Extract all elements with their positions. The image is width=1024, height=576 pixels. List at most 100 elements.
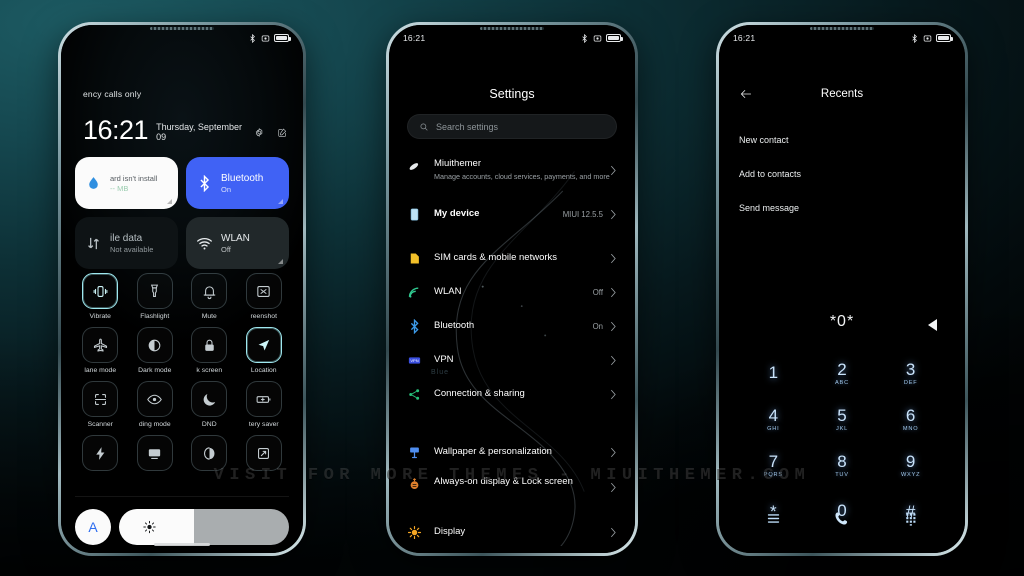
call-button[interactable] bbox=[808, 510, 877, 527]
qs-tile-location[interactable]: Location bbox=[239, 327, 290, 374]
home-indicator[interactable] bbox=[154, 543, 210, 546]
keypad-button[interactable] bbox=[876, 510, 945, 527]
brightness-slider[interactable] bbox=[119, 509, 289, 545]
speaker-grille bbox=[150, 27, 214, 30]
qs-tile-dnd[interactable]: DND bbox=[184, 381, 235, 428]
qs-tile-scanner[interactable]: Scanner bbox=[75, 381, 126, 428]
qs-tile-screenshot[interactable]: reenshot bbox=[239, 273, 290, 320]
key-letters: DEF bbox=[903, 379, 918, 386]
vibrate-icon bbox=[93, 285, 108, 297]
big-tile-bluetooth[interactable]: Bluetooth On bbox=[186, 157, 289, 209]
qs-tile-vibrate[interactable]: Vibrate bbox=[75, 273, 126, 320]
qs-tile-airplane[interactable]: lane mode bbox=[75, 327, 126, 374]
big-tile-mobile-data[interactable]: ile data Not available bbox=[75, 217, 178, 269]
edit-icon[interactable] bbox=[277, 127, 287, 138]
auto-brightness-button[interactable]: A bbox=[75, 509, 111, 545]
big-tile-wlan[interactable]: WLAN Off bbox=[186, 217, 289, 269]
qs-label: Flashlight bbox=[140, 313, 170, 320]
settings-row-vpn[interactable]: VPN VPN Blue bbox=[389, 343, 635, 377]
row-label: Display bbox=[434, 525, 466, 537]
key-1[interactable]: 1 bbox=[739, 355, 808, 391]
big-tile-sdcard[interactable]: ard isn't install -- MB bbox=[75, 157, 178, 209]
tile-sub: Off bbox=[221, 244, 231, 254]
row-value: MIUI 12.5.5 bbox=[562, 209, 603, 219]
vpn-icon: VPN bbox=[408, 356, 421, 364]
qs-tile-cast[interactable] bbox=[130, 435, 181, 475]
key-6[interactable]: 6 MNO bbox=[876, 401, 945, 437]
speaker-grille bbox=[810, 27, 874, 30]
settings-row-account[interactable]: Miuithemer Manage accounts, cloud servic… bbox=[389, 151, 635, 197]
qs-tile-battery-saver[interactable]: tery saver bbox=[239, 381, 290, 428]
row-label: Bluetooth bbox=[434, 319, 475, 331]
key-3[interactable]: 3 DEF bbox=[876, 355, 945, 391]
resize-icon bbox=[258, 447, 270, 459]
carrier-label: ency calls only bbox=[83, 89, 142, 99]
account-icon bbox=[409, 163, 419, 170]
clock-row: 16:21 Thursday, September 09 bbox=[83, 117, 287, 144]
qs-label: Dark mode bbox=[138, 367, 172, 374]
menu-item-send-message[interactable]: Send message bbox=[719, 191, 965, 225]
row-label: Always-on display & Lock screen bbox=[434, 476, 573, 487]
lock-screen-icon bbox=[410, 478, 419, 489]
settings-row-display[interactable]: Display bbox=[389, 515, 635, 549]
row-desc: Manage accounts, cloud services, payment… bbox=[434, 171, 610, 181]
key-5[interactable]: 5 JKL bbox=[808, 401, 877, 437]
gear-icon[interactable] bbox=[254, 127, 264, 138]
key-8[interactable]: 8 TUV bbox=[808, 447, 877, 483]
sim-icon bbox=[410, 253, 419, 263]
bluetooth-icon bbox=[912, 33, 917, 43]
settings-row-wallpaper[interactable]: Wallpaper & personalization bbox=[389, 435, 635, 469]
big-tiles-row-1: ard isn't install -- MB Bluetooth On bbox=[75, 157, 289, 209]
tile-title: Bluetooth bbox=[221, 172, 264, 184]
qs-tile-resize[interactable] bbox=[239, 435, 290, 475]
chevron-right-icon bbox=[610, 253, 616, 263]
qs-tile-dark-mode[interactable]: Dark mode bbox=[130, 327, 181, 374]
qs-tile-flashlight[interactable]: Flashlight bbox=[130, 273, 181, 320]
scanner-icon bbox=[94, 393, 106, 405]
row-label: WLAN bbox=[434, 285, 462, 297]
tile-sub: -- MB bbox=[110, 183, 129, 193]
chevron-right-icon bbox=[610, 165, 616, 176]
dialed-number: *0* bbox=[829, 313, 855, 330]
date-label: Thursday, September 09 bbox=[156, 122, 242, 142]
qs-label: Mute bbox=[201, 313, 217, 320]
wallpaper-icon bbox=[410, 447, 419, 458]
key-2[interactable]: 2 ABC bbox=[808, 355, 877, 391]
moon-icon bbox=[203, 393, 215, 406]
tile-corner-handle bbox=[278, 259, 283, 264]
key-4[interactable]: 4 GHI bbox=[739, 401, 808, 437]
qs-tile-mute[interactable]: Mute bbox=[184, 273, 235, 320]
key-7[interactable]: 7 PQRS bbox=[739, 447, 808, 483]
key-digit: 1 bbox=[768, 362, 779, 382]
qs-label: k screen bbox=[196, 367, 223, 374]
menu-item-new-contact[interactable]: New contact bbox=[719, 123, 965, 157]
ghost-text: Blue bbox=[431, 369, 450, 376]
key-9[interactable]: 9 WXYZ bbox=[876, 447, 945, 483]
page-title: Recents bbox=[820, 88, 864, 100]
backspace-icon[interactable] bbox=[928, 319, 937, 331]
bolt-icon bbox=[96, 446, 105, 460]
qs-tile-bolt[interactable] bbox=[75, 435, 126, 475]
settings-row-bluetooth[interactable]: Bluetooth On bbox=[389, 309, 635, 343]
display-icon bbox=[407, 525, 422, 539]
qs-label: reenshot bbox=[250, 313, 277, 320]
mobile-data-icon bbox=[88, 237, 99, 249]
settings-row-my-device[interactable]: My device MIUI 12.5.5 bbox=[389, 197, 635, 231]
search-input[interactable]: Search settings bbox=[407, 114, 617, 139]
qs-tile-lock-screen[interactable]: k screen bbox=[184, 327, 235, 374]
settings-row-aod-lockscreen[interactable]: Always-on display & Lock screen bbox=[389, 469, 635, 515]
menu-item-add-to-contacts[interactable]: Add to contacts bbox=[719, 157, 965, 191]
chevron-right-icon bbox=[610, 209, 616, 219]
key-letters: ABC bbox=[835, 379, 849, 386]
menu-button[interactable] bbox=[739, 510, 808, 527]
settings-row-sim[interactable]: SIM cards & mobile networks bbox=[389, 241, 635, 275]
qs-tile-reading-mode[interactable]: ding mode bbox=[130, 381, 181, 428]
row-value: Off bbox=[592, 287, 603, 297]
big-tiles-row-2: ile data Not available WLAN Off bbox=[75, 217, 289, 269]
phone-settings: 16:21 Settings Search settings Miuitheme… bbox=[386, 22, 638, 556]
qs-label: Vibrate bbox=[89, 313, 111, 320]
qs-tile-contrast[interactable] bbox=[184, 435, 235, 475]
settings-row-connection-sharing[interactable]: Connection & sharing bbox=[389, 377, 635, 411]
qs-label: lane mode bbox=[84, 367, 117, 374]
settings-row-wlan[interactable]: WLAN Off bbox=[389, 275, 635, 309]
